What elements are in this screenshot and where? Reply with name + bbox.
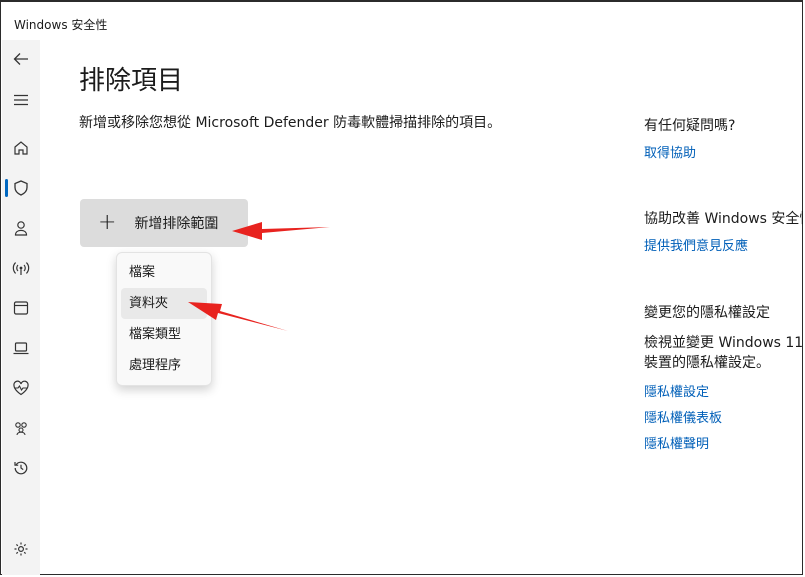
settings-gear-icon xyxy=(14,542,28,556)
nav-item-home[interactable] xyxy=(2,131,40,165)
wireless-network-icon xyxy=(12,262,30,275)
history-icon xyxy=(14,461,28,475)
privacy-description: 檢視並變更 Windows 11 裝置的隱私權設定。 xyxy=(644,335,803,371)
app-browser-icon xyxy=(13,301,29,315)
app-window: Windows 安全性 排除項目 新增或移除您想從 Microsoft Defe… xyxy=(0,0,803,575)
nav-item-protection-history[interactable] xyxy=(2,451,40,485)
shield-icon xyxy=(14,180,28,196)
hamburger-menu-button[interactable] xyxy=(2,83,40,117)
back-arrow-icon xyxy=(13,53,28,65)
add-exclusion-button[interactable]: + 新增排除範圍 xyxy=(80,199,248,247)
nav-item-device-performance[interactable] xyxy=(2,371,40,405)
privacy-statement-link[interactable]: 隱私權聲明 xyxy=(644,433,709,452)
privacy-dashboard-link[interactable]: 隱私權儀表板 xyxy=(644,407,722,426)
help-heading: 有任何疑問嗎? xyxy=(644,118,736,134)
privacy-settings-link[interactable]: 隱私權設定 xyxy=(644,381,709,400)
nav-item-account[interactable] xyxy=(2,211,40,245)
page-description: 新增或移除您想從 Microsoft Defender 防毒軟體掃描排除的項目。 xyxy=(79,115,502,131)
back-button[interactable] xyxy=(2,42,40,76)
nav-item-virus-protection[interactable] xyxy=(2,171,40,205)
nav-rail xyxy=(2,40,40,575)
menu-item-folder[interactable]: 資料夾 xyxy=(121,288,207,319)
privacy-heading: 變更您的隱私權設定 xyxy=(644,305,770,321)
menu-item-file[interactable]: 檔案 xyxy=(121,257,207,288)
window-title: Windows 安全性 xyxy=(14,18,108,32)
nav-item-firewall[interactable] xyxy=(2,251,40,285)
laptop-icon xyxy=(13,342,29,355)
family-icon xyxy=(15,422,27,436)
nav-item-device-security[interactable] xyxy=(2,331,40,365)
home-icon xyxy=(14,141,28,155)
page-title: 排除項目 xyxy=(79,66,184,96)
give-feedback-link[interactable]: 提供我們意見反應 xyxy=(644,235,748,254)
add-exclusion-label: 新增排除範圍 xyxy=(134,216,219,232)
account-icon xyxy=(14,221,28,236)
menu-item-process[interactable]: 處理程序 xyxy=(121,350,207,381)
nav-item-family-options[interactable] xyxy=(2,411,40,445)
nav-item-app-browser[interactable] xyxy=(2,291,40,325)
hamburger-menu-icon xyxy=(14,94,28,106)
nav-item-settings[interactable] xyxy=(2,532,40,566)
heart-pulse-icon xyxy=(13,380,29,396)
get-help-link[interactable]: 取得協助 xyxy=(644,142,696,161)
improve-heading: 協助改善 Windows 安全性 xyxy=(644,211,803,227)
menu-item-file-type[interactable]: 檔案類型 xyxy=(121,319,207,350)
exclusion-type-menu: 檔案 資料夾 檔案類型 處理程序 xyxy=(116,252,212,386)
plus-icon: + xyxy=(98,210,117,235)
